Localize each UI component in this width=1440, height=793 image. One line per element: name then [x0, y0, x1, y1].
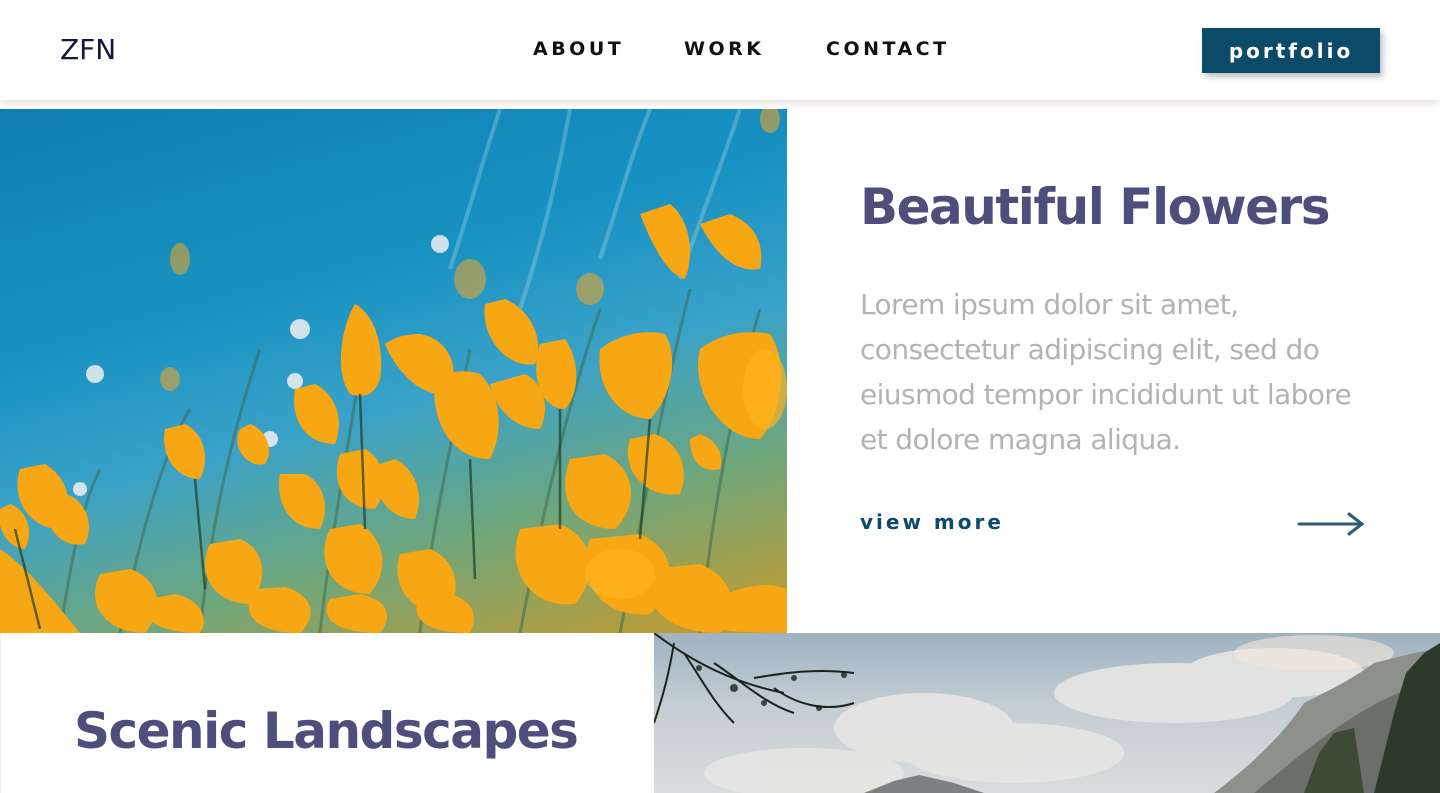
nav-about[interactable]: ABOUT: [533, 38, 684, 60]
landscape-image: [654, 633, 1440, 793]
view-more-link[interactable]: view more: [860, 510, 1004, 534]
main-nav: ABOUT WORK CONTACT: [533, 38, 950, 60]
nav-work[interactable]: WORK: [684, 38, 826, 60]
logo[interactable]: ZFN: [60, 33, 116, 66]
flowers-description: Lorem ipsum dolor sit amet, consectetur …: [860, 288, 1352, 456]
portfolio-button[interactable]: portfolio: [1202, 28, 1380, 73]
landscapes-title: Scenic Landscapes: [74, 702, 579, 760]
flowers-title: Beautiful Flowers: [860, 178, 1330, 236]
nav-contact[interactable]: CONTACT: [826, 38, 950, 60]
arrow-right-icon[interactable]: [1296, 510, 1366, 540]
flowers-image: [0, 109, 787, 633]
site-header: ZFN ABOUT WORK CONTACT portfolio: [0, 0, 1440, 100]
